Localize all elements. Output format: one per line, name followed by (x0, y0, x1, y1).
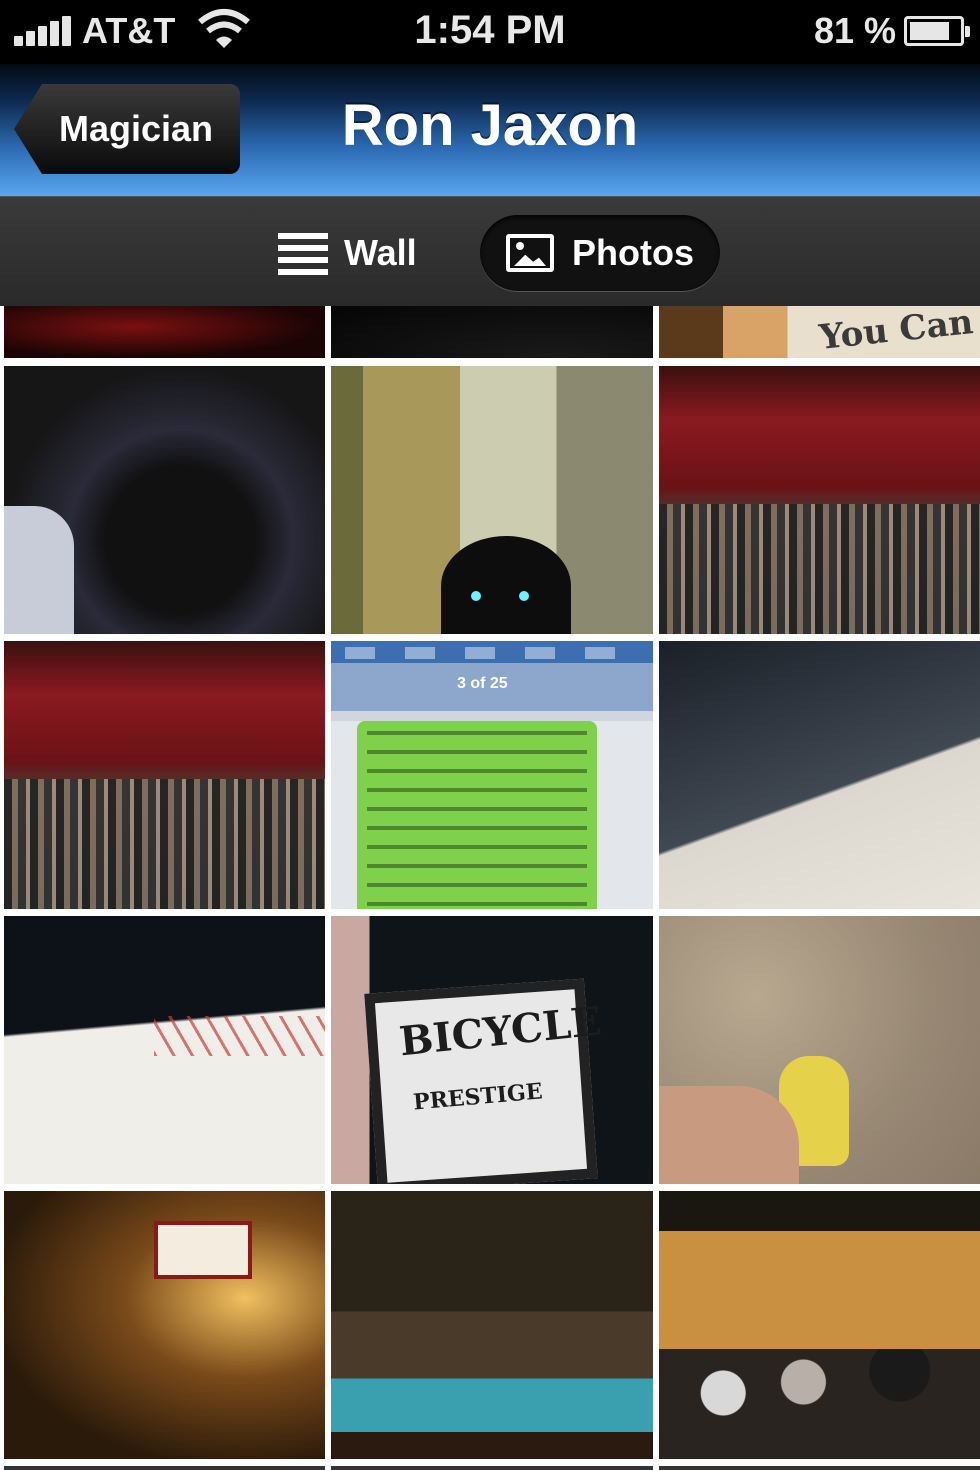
tab-bar: Wall Photos (0, 196, 980, 306)
phone-counter-text: 3 of 25 (457, 675, 508, 692)
photo-thumbnail[interactable] (331, 1466, 653, 1470)
photo-thumbnail[interactable]: You Can (659, 306, 980, 358)
tab-wall-label: Wall (344, 232, 417, 273)
photo-mug-text: You Can (817, 306, 976, 358)
photo-thumbnail[interactable] (4, 1466, 325, 1470)
photo-grid: You Can 3 of 25 BICYCLE PRESTIGE (0, 306, 980, 1470)
photo-thumbnail[interactable] (331, 1191, 653, 1459)
message-bubble (357, 721, 597, 909)
photo-icon (506, 234, 554, 272)
photo-thumbnail[interactable]: BICYCLE PRESTIGE (331, 916, 653, 1184)
battery-fill (910, 22, 949, 40)
cat-eye (519, 591, 529, 601)
photo-thumbnail[interactable] (4, 366, 325, 634)
photo-thumbnail[interactable] (4, 1191, 325, 1459)
tab-photos-label: Photos (572, 232, 694, 273)
photo-thumbnail[interactable] (4, 641, 325, 909)
photo-thumbnail[interactable] (659, 1466, 980, 1470)
photo-thumbnail[interactable] (659, 641, 980, 909)
navigation-bar: Magician Ron Jaxon (0, 64, 980, 196)
battery-percent: 81 % (813, 10, 896, 51)
status-bar: AT&T 1:54 PM 81 % (0, 0, 980, 64)
photo-thumbnail[interactable] (331, 366, 653, 634)
photo-thumbnail[interactable] (4, 306, 325, 358)
tab-wall[interactable]: Wall (278, 215, 448, 291)
cat-eye (471, 591, 481, 601)
photo-thumbnail[interactable] (331, 306, 653, 358)
tab-photos[interactable]: Photos (480, 215, 720, 291)
phone-status-strip (345, 647, 635, 659)
battery-icon (904, 16, 970, 46)
photo-thumbnail[interactable] (659, 366, 980, 634)
photo-thumbnail[interactable] (659, 1191, 980, 1459)
back-button[interactable]: Magician (14, 84, 240, 174)
page-title: Ron Jaxon (341, 93, 639, 158)
photo-thumbnail[interactable]: 3 of 25 (331, 641, 653, 909)
photo-thumbnail[interactable] (659, 916, 980, 1184)
photo-thumbnail[interactable] (4, 916, 325, 1184)
list-icon (278, 231, 328, 275)
